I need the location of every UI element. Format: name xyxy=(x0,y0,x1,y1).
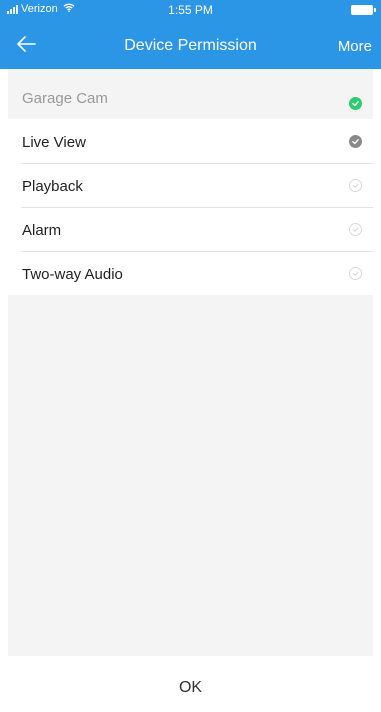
status-time: 1:55 PM xyxy=(168,3,213,17)
more-button[interactable]: More xyxy=(338,38,372,55)
check-circle-outline-icon[interactable] xyxy=(349,179,362,192)
permission-row-alarm[interactable]: Alarm xyxy=(8,207,373,251)
permission-label: Live View xyxy=(22,134,86,151)
device-row[interactable]: Garage Cam xyxy=(8,69,373,119)
permission-label: Two-way Audio xyxy=(22,266,123,283)
permission-label: Alarm xyxy=(22,222,62,239)
ok-label: OK xyxy=(178,678,203,696)
permission-row-playback[interactable]: Playback xyxy=(8,163,373,207)
battery-icon xyxy=(351,5,376,15)
header: Verizon 1:55 PM Device Permission More xyxy=(0,0,381,69)
check-circle-outline-icon[interactable] xyxy=(349,223,362,236)
page-title: Device Permission xyxy=(124,37,257,54)
device-permission-screen: Verizon 1:55 PM Device Permission More G… xyxy=(0,0,381,712)
content-area: Garage Cam Live View Playback Alarm Two-… xyxy=(8,69,373,656)
permission-row-live-view[interactable]: Live View xyxy=(8,119,373,163)
permission-label: Playback xyxy=(22,178,83,195)
check-circle-outline-icon[interactable] xyxy=(349,267,362,280)
status-bar: Verizon 1:55 PM xyxy=(0,0,381,20)
device-check-icon[interactable] xyxy=(349,97,362,110)
permission-row-two-way-audio[interactable]: Two-way Audio xyxy=(8,251,373,295)
ok-button[interactable]: OK xyxy=(0,656,381,712)
device-name: Garage Cam xyxy=(22,90,108,107)
permission-list: Live View Playback Alarm Two-way Audio xyxy=(8,119,373,295)
check-circle-icon[interactable] xyxy=(349,135,362,148)
nav-bar: Device Permission More xyxy=(0,20,381,69)
